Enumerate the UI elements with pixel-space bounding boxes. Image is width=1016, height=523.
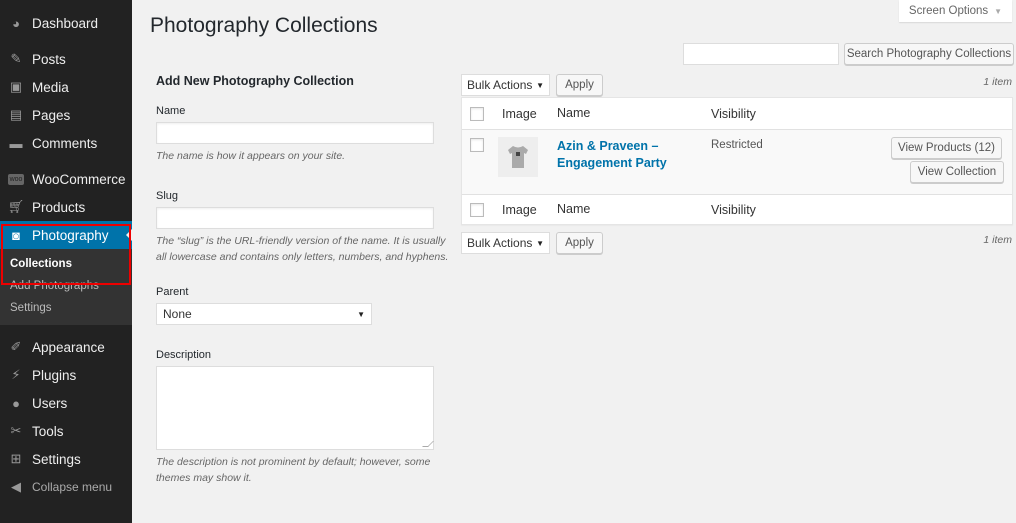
sidebar-item-plugins[interactable]: ⚡︎ Plugins — [0, 361, 132, 389]
description-textarea[interactable] — [156, 366, 434, 450]
parent-select[interactable]: None ▼ — [156, 303, 372, 325]
collection-title-link[interactable]: Azin & Praveen – Engagement Party — [557, 138, 687, 172]
dropdown-arrow-icon: ▼ — [536, 238, 544, 248]
bulk-actions-select-top[interactable]: Bulk Actions ▼ — [461, 74, 550, 96]
slug-description: The “slug” is the URL-friendly version o… — [156, 235, 449, 263]
plug-icon: ⚡︎ — [11, 367, 21, 382]
camera-icon: ◙ — [12, 227, 20, 243]
collection-thumbnail — [498, 137, 538, 177]
submenu-add-photographs[interactable]: Add Photographs — [0, 275, 132, 297]
sidebar-item-label: Media — [32, 79, 69, 95]
bulk-actions-label: Bulk Actions — [467, 78, 533, 92]
collapse-menu-label: Collapse menu — [32, 480, 113, 494]
sidebar-item-pages[interactable]: ▤ Pages — [0, 101, 132, 129]
description-label: Description — [156, 349, 212, 361]
view-collection-button[interactable]: View Collection — [910, 161, 1004, 183]
cart-icon: 🛒︎ — [7, 199, 25, 214]
view-products-button[interactable]: View Products (12) — [891, 137, 1002, 159]
sidebar-item-tools[interactable]: ✂︎ Tools — [0, 417, 132, 445]
sidebar-item-appearance[interactable]: ✐ Appearance — [0, 333, 132, 361]
brush-icon: ✐ — [10, 339, 22, 354]
sidebar-item-products[interactable]: 🛒︎ Products — [0, 193, 132, 221]
screen-options-label: Screen Options — [908, 5, 989, 17]
select-all-checkbox[interactable] — [470, 106, 484, 121]
sidebar-item-settings[interactable]: ⊞ Settings — [0, 445, 132, 473]
sidebar-item-label: Users — [32, 395, 68, 411]
dashboard-icon: ◕ — [12, 15, 20, 31]
bulk-actions-select-bottom[interactable]: Bulk Actions ▼ — [461, 232, 550, 254]
sidebar-item-label: Dashboard — [32, 15, 99, 31]
media-icon: ▣ — [9, 79, 23, 94]
sidebar-item-media[interactable]: ▣ Media — [0, 73, 132, 101]
submenu-collections[interactable]: Collections — [0, 253, 132, 275]
table-row: Azin & Praveen – Engagement Party Restri… — [462, 130, 1012, 194]
sidebar-item-label: Plugins — [32, 367, 77, 383]
apply-button-top[interactable]: Apply — [556, 74, 603, 96]
sidebar-item-photography[interactable]: ◙ Photography — [0, 221, 132, 249]
admin-sidebar: ◕ Dashboard ✎ Posts ▣ Media ▤ Pages ▬ Comment… — [0, 0, 132, 523]
item-count-top: 1 item — [983, 76, 1012, 88]
sidebar-item-woocommerce[interactable]: woo WooCommerce — [0, 165, 132, 193]
sidebar-item-label: WooCommerce — [32, 171, 126, 187]
dropdown-arrow-icon: ▼ — [357, 309, 365, 319]
woo-icon: woo — [8, 173, 24, 185]
sidebar-item-label: Appearance — [32, 339, 105, 355]
row-checkbox[interactable] — [470, 138, 484, 152]
collections-table: Image Name Visibility Azin & Praveen – E… — [461, 97, 1013, 225]
caret-down-icon: ▼ — [994, 6, 1003, 16]
sidebar-item-label: Posts — [32, 51, 66, 67]
slug-field[interactable] — [156, 207, 434, 229]
table-header: Image Name Visibility — [462, 98, 1012, 130]
sidebar-item-label: Products — [32, 199, 86, 215]
column-name[interactable]: Name — [557, 106, 590, 120]
search-input[interactable] — [683, 43, 839, 65]
screen-options-button[interactable]: Screen Options ▼ — [899, 0, 1012, 22]
wrench-icon: ✂︎ — [10, 423, 22, 438]
sidebar-item-label: Pages — [32, 107, 71, 123]
select-all-checkbox-bottom[interactable] — [470, 202, 484, 217]
name-field[interactable] — [156, 122, 434, 144]
resize-handle-icon[interactable] — [422, 441, 434, 447]
search-button[interactable]: Search Photography Collections — [844, 43, 1014, 65]
collapse-menu-button[interactable]: ◀ Collapse menu — [0, 473, 132, 501]
dropdown-arrow-icon: ▼ — [536, 80, 544, 90]
comment-icon: ▬ — [9, 135, 23, 151]
sidebar-item-label: Photography — [32, 227, 109, 243]
description-help: The description is not prominent by defa… — [156, 456, 431, 484]
column-image-footer: Image — [502, 203, 537, 217]
bulk-actions-label: Bulk Actions — [467, 236, 533, 250]
slug-label: Slug — [156, 190, 179, 202]
apply-button-bottom[interactable]: Apply — [556, 232, 603, 254]
photography-submenu: Collections Add Photographs Settings — [0, 249, 132, 325]
user-icon: ● — [12, 395, 20, 411]
table-footer: Image Name Visibility — [462, 194, 1012, 224]
column-visibility: Visibility — [711, 107, 756, 121]
tshirt-icon — [508, 146, 528, 168]
sidebar-item-users[interactable]: ● Users — [0, 389, 132, 417]
sidebar-item-comments[interactable]: ▬ Comments — [0, 129, 132, 157]
sidebar-item-label: Comments — [32, 135, 98, 151]
visibility-value: Restricted — [711, 139, 763, 151]
collapse-icon: ◀ — [11, 479, 21, 494]
sidebar-item-label: Settings — [32, 451, 81, 467]
main-content: Photography Collections Screen Options ▼ … — [132, 0, 1016, 523]
submenu-settings[interactable]: Settings — [0, 297, 132, 319]
parent-selected-value: None — [163, 307, 192, 321]
sliders-icon: ⊞ — [10, 451, 22, 466]
add-collection-form: Add New Photography Collection Name The … — [156, 74, 456, 486]
pin-icon: ✎ — [10, 51, 22, 66]
form-heading: Add New Photography Collection — [156, 74, 354, 88]
column-name-footer[interactable]: Name — [557, 202, 590, 216]
parent-label: Parent — [156, 286, 189, 298]
column-image: Image — [502, 107, 537, 121]
name-label: Name — [156, 105, 186, 117]
page-title: Photography Collections — [150, 14, 378, 37]
sidebar-item-dashboard[interactable]: ◕ Dashboard — [0, 9, 132, 37]
name-description: The name is how it appears on your site. — [156, 150, 346, 162]
sidebar-item-label: Tools — [32, 423, 64, 439]
pages-icon: ▤ — [9, 107, 23, 122]
sidebar-item-posts[interactable]: ✎ Posts — [0, 45, 132, 73]
item-count-bottom: 1 item — [983, 234, 1012, 246]
column-visibility-footer: Visibility — [711, 203, 756, 217]
